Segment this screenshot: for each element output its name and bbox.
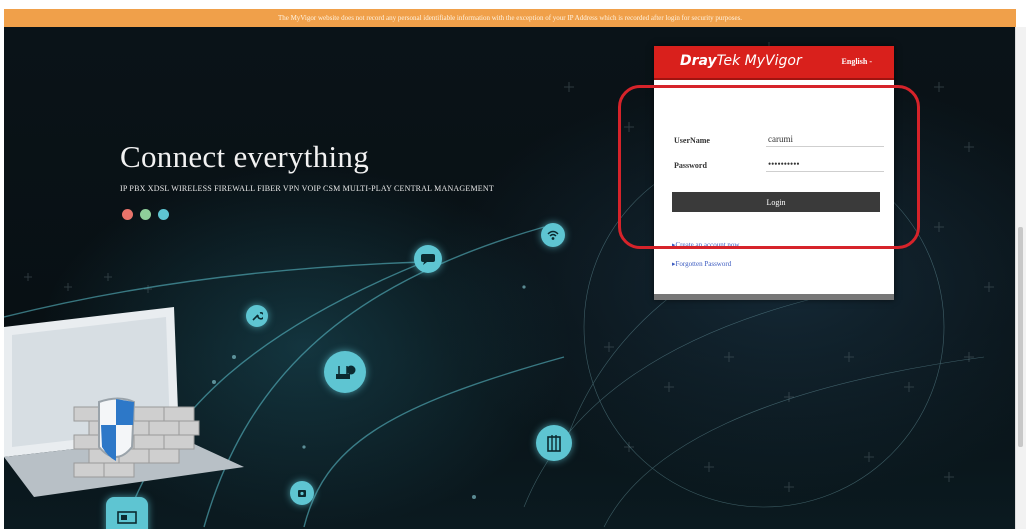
login-button[interactable]: Login — [672, 192, 880, 212]
carousel-dot-1[interactable] — [122, 209, 133, 220]
laptop-firewall-illustration — [4, 307, 244, 497]
hero-subtitle: IP PBX XDSL WIRELESS FIREWALL FIBER VPN … — [120, 184, 494, 193]
password-label: Password — [674, 161, 707, 170]
create-account-link[interactable]: ▸Create an account now — [672, 241, 739, 249]
forgotten-password-link[interactable]: ▸Forgotten Password — [672, 260, 731, 268]
sms-icon — [414, 245, 442, 273]
privacy-notice-bar: The MyVigor website does not record any … — [4, 9, 1016, 27]
hero-title: Connect everything — [120, 139, 370, 174]
building-icon — [536, 425, 572, 461]
carousel-dot-2[interactable] — [140, 209, 151, 220]
language-selector[interactable]: English - — [842, 57, 872, 66]
shield-icon — [98, 397, 136, 461]
carousel-dot-3[interactable] — [158, 209, 169, 220]
password-input[interactable] — [766, 157, 884, 172]
wifi-icon — [541, 223, 565, 247]
privacy-notice-text: The MyVigor website does not record any … — [277, 14, 743, 22]
username-input[interactable] — [766, 132, 884, 147]
login-card-header: DrayTek MyVigor English - — [654, 46, 894, 80]
carousel-dots — [122, 207, 176, 225]
username-label: UserName — [674, 136, 710, 145]
login-card: DrayTek MyVigor English - UserName Passw… — [654, 46, 894, 300]
draytek-logo: DrayTek MyVigor — [680, 53, 802, 69]
phone-icon — [290, 481, 314, 505]
scrollbar-thumb[interactable] — [1018, 227, 1023, 447]
page-scrollbar[interactable] — [1015, 27, 1026, 529]
router-icon — [324, 351, 366, 393]
